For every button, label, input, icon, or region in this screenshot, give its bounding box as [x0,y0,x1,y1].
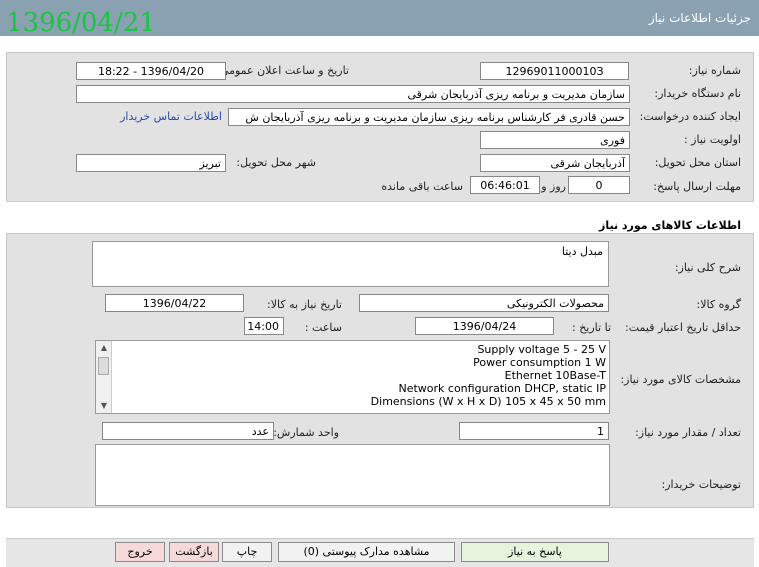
exit-button[interactable]: خروج [115,542,165,562]
remaining-label: ساعت باقی مانده [381,180,463,193]
province-field[interactable]: آذربایجان شرقی [480,154,630,172]
need-date-field[interactable]: 1396/04/22 [105,294,244,312]
creator-field[interactable]: حسن قادری فر کارشناس برنامه ریزی سازمان … [228,108,630,126]
reply-button[interactable]: پاسخ به نیاز [461,542,609,562]
summary-field[interactable]: مبدل دیتا [92,241,609,287]
goods-section-title: اطلاعات کالاهای مورد نیاز [599,219,741,232]
scroll-up-icon[interactable]: ▲ [96,341,112,355]
need-date-label: تاریخ نیاز به کالا: [267,298,342,311]
summary-label: شرح کلی نیاز: [674,261,741,274]
until-date-label: تا تاریخ : [572,321,611,334]
validity-time-field[interactable]: 14:00 [244,317,284,335]
validity-time-label: ساعت : [304,321,342,334]
city-label: شهر محل تحویل: [236,156,316,169]
creator-label: ایجاد کننده درخواست: [639,110,741,123]
scroll-down-icon[interactable]: ▼ [96,399,112,413]
spec-line: Dimensions (W x H x D) 105 x 45 x 50 mm [370,395,606,408]
city-field[interactable]: تبریز [76,154,226,172]
province-label: استان محل تحویل: [654,156,741,169]
notes-label: توضیحات خریدار: [661,478,742,491]
deadline-label: مهلت ارسال پاسخ: [653,180,741,193]
need-number-field[interactable]: 1296901100010З [480,62,629,80]
spec-line: Network configuration DHCP, static IP [398,382,606,395]
group-label: گروه کالا: [696,298,741,311]
buyer-label: نام دستگاه خریدار: [654,87,741,100]
days-label: روز و [541,180,566,193]
notes-field[interactable] [95,444,610,506]
back-button[interactable]: بازگشت [169,542,219,562]
unit-field[interactable]: عدد [102,422,274,440]
scroll-thumb[interactable] [98,357,109,375]
buyer-contact-link[interactable]: اطلاعات تماس خریدار [120,110,222,123]
priority-field[interactable]: فوری [480,131,630,149]
spec-line: Supply voltage 5 - 25 V [477,343,606,356]
remaining-time-field[interactable]: 06:46:01 [470,176,540,194]
qty-label: تعداد / مقدار مورد نیاز: [635,426,741,439]
stamp-date: 1396/04/21 [6,8,156,38]
group-field[interactable]: محصولات الکترونیکی [359,294,609,312]
need-number-label: شماره نیاز: [688,64,741,77]
specs-list[interactable]: ▲ ▼ Supply voltage 5 - 25 V Power consum… [95,340,610,414]
qty-field[interactable]: 1 [459,422,609,440]
validity-date-field[interactable]: 1396/04/24 [415,317,554,335]
window-title: جزئیات اطلاعات نیاز [648,11,751,25]
announce-field[interactable]: 1396/04/20 - 18:22 [76,62,226,80]
buyer-field[interactable]: سازمان مدیریت و برنامه ریزی آذربایجان شر… [76,85,630,103]
spec-line: Power consumption 1 W [473,356,606,369]
print-button[interactable]: چاپ [222,542,272,562]
unit-label: واحد شمارش: [273,426,339,439]
priority-label: اولویت نیاز : [683,133,741,146]
view-documents-button[interactable]: مشاهده مدارک پیوستی (0) [278,542,455,562]
validity-label: حداقل تاریخ اعتبار قیمت: [625,321,741,334]
specs-scrollbar[interactable]: ▲ ▼ [96,341,112,413]
spec-line: Ethernet 10Base-T [504,369,606,382]
specs-label: مشخصات کالای مورد نیاز: [620,373,741,386]
announce-label: تاریخ و ساعت اعلان عمومی: [216,64,349,77]
days-field[interactable]: 0 [568,176,630,194]
